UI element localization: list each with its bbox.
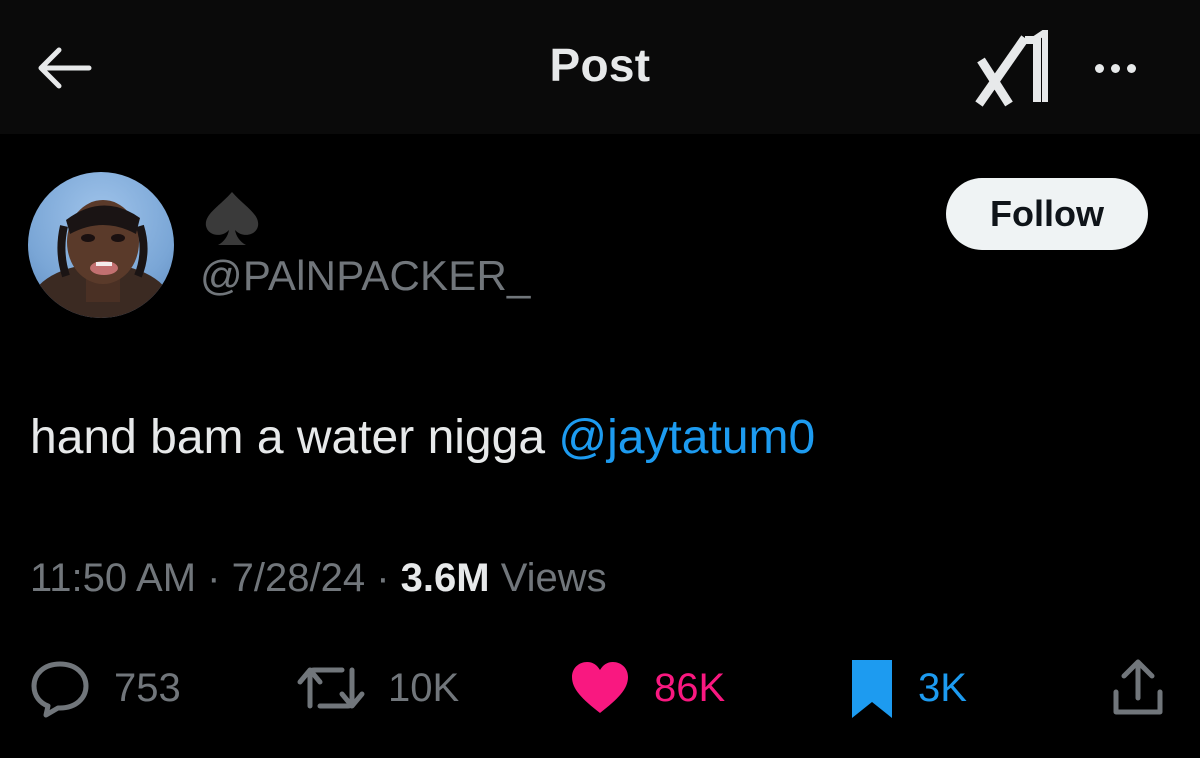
x-logo-icon[interactable] [975, 26, 1057, 110]
views-label: Views [500, 556, 607, 600]
repost-icon [297, 667, 365, 709]
reply-button[interactable]: 753 [28, 650, 181, 726]
mention-link[interactable]: @jaytatum0 [558, 411, 815, 464]
share-button[interactable] [1108, 650, 1168, 726]
spade-icon [205, 192, 259, 245]
action-bar: 753 10K 86K 3K [0, 650, 1200, 730]
like-count: 86K [654, 665, 726, 710]
avatar[interactable] [28, 172, 174, 318]
meta-separator: · [207, 556, 232, 600]
like-button[interactable]: 86K [568, 650, 725, 726]
post-text: hand bam a water nigga @jaytatum0 [30, 410, 815, 465]
post-body: hand bam a water nigga [30, 411, 559, 464]
follow-button[interactable]: Follow [946, 178, 1148, 250]
bookmark-icon [852, 660, 892, 718]
post-date[interactable]: 7/28/24 [232, 556, 365, 600]
display-name[interactable] [200, 188, 264, 248]
post-meta: 11:50 AM · 7/28/24 · 3.6M Views [30, 556, 607, 601]
reply-icon [31, 661, 89, 718]
top-bar: Post [0, 0, 1200, 134]
bookmark-count: 3K [918, 665, 967, 710]
repost-button[interactable]: 10K [296, 650, 459, 726]
share-icon [1113, 659, 1163, 715]
post-time[interactable]: 11:50 AM [30, 556, 196, 600]
bookmark-button[interactable]: 3K [848, 650, 967, 726]
repost-count: 10K [388, 665, 460, 710]
meta-separator: · [376, 556, 401, 600]
reply-count: 753 [114, 665, 181, 710]
views-count[interactable]: 3.6M [401, 556, 490, 600]
like-icon [572, 662, 628, 713]
author-handle[interactable]: @PAlNPACKER_ [200, 252, 531, 300]
more-icon [1094, 63, 1104, 73]
more-button[interactable] [1080, 46, 1150, 90]
